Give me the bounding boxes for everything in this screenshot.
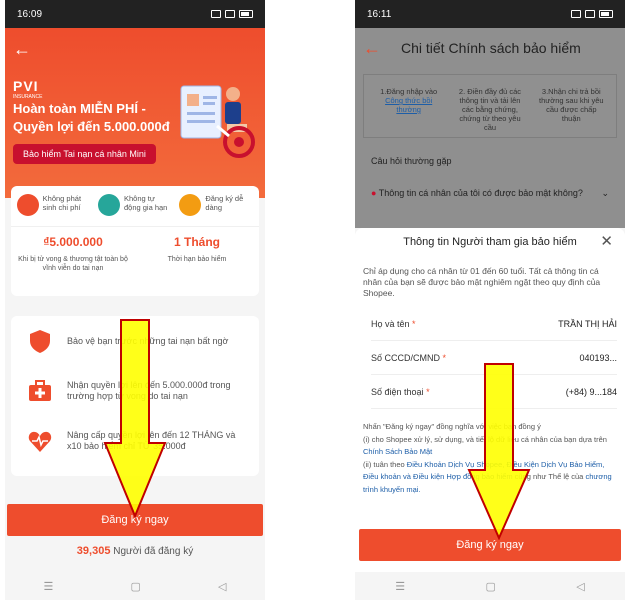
home-nav-icon[interactable]: ▢ [485, 580, 495, 593]
legal-line-3: (ii) tuân theo [363, 459, 407, 469]
faq-question-text: Thông tin cá nhân của tôi có được bảo mậ… [378, 188, 583, 198]
field-label: Họ và tên [371, 318, 410, 329]
benefit-label: Đăng ký dễ dàng [205, 194, 244, 212]
participant-info-sheet: Thông tin Người tham gia bảo hiểm ✕ Chỉ … [355, 228, 625, 576]
medical-kit-icon [29, 380, 51, 401]
benefit-label: Không tự động gia hạn [123, 194, 168, 212]
benefit-easy: Đăng ký dễ dàng [179, 194, 253, 216]
field-id-number[interactable]: Số CCCD/CMND * 040193... [371, 341, 617, 375]
feature-item: Bảo vệ bạn trước những tai nạn bất ngờ [11, 316, 259, 366]
page-title: Chi tiết Chính sách bảo hiểm [401, 40, 581, 56]
product-pill: Bảo hiểm Tai nạn cá nhân Mini [13, 144, 156, 164]
benefit-label: Không phát sinh chi phí [42, 194, 82, 212]
registered-number: 39,305 [76, 545, 111, 557]
field-value: (+84) 9...184 [565, 386, 617, 397]
claim-steps: 1.Đăng nhập vào Công thức bồi thường 2. … [363, 74, 617, 138]
stat-payout: ₫5.000.000 Khi bị tử vong & thương tật t… [11, 235, 135, 273]
hero-banner: ← PVI INSURANCE Hoàn toàn MIỄN PHÍ - Quy… [5, 28, 265, 198]
wifi-icon [211, 10, 221, 18]
step-text: 2. Điền đầy đủ các thông tin và tải lên … [458, 87, 522, 132]
features-card: Bảo vệ bạn trước những tai nạn bất ngờ N… [11, 316, 259, 476]
home-nav-icon[interactable]: ▢ [130, 580, 140, 593]
step-3: 3.Nhận chi trả bồi thường sau khi yêu cầ… [538, 87, 604, 125]
android-nav-bar: ☰ ▢ ◁ [5, 572, 265, 600]
back-arrow-icon[interactable]: ← [13, 40, 31, 58]
menu-nav-icon[interactable]: ☰ [395, 580, 405, 593]
field-label: Số CCCD/CMND [371, 352, 441, 363]
step-2: 2. Điền đầy đủ các thông tin và tải lên … [457, 87, 523, 132]
privacy-policy-link[interactable]: Chính Sách Bảo Mật [363, 447, 432, 456]
field-fullname[interactable]: Họ và tên * TRẦN THỊ HẢI [371, 307, 617, 341]
registered-label: Người đã đăng ký [113, 546, 194, 557]
status-bar: 16:09 [5, 0, 265, 28]
phone-screen-left: 16:09 ← PVI INSURANCE Hoàn toàn MIỄN PHÍ… [5, 0, 265, 600]
register-now-button[interactable]: Đăng ký ngay [359, 529, 621, 561]
shield-icon [30, 330, 50, 353]
step-1: 1.Đăng nhập vào Công thức bồi thường [376, 87, 442, 125]
stat-value: 1 Tháng [173, 235, 220, 249]
back-arrow-icon[interactable]: ← [363, 38, 381, 59]
wifi-icon [571, 10, 581, 18]
close-icon[interactable]: ✕ [600, 232, 613, 250]
feature-text: Bảo vệ bạn trước những tai nạn bất ngờ [67, 335, 229, 346]
no-renew-icon [97, 194, 120, 216]
step-text: 3.Nhận chi trả bồi thường sau khi yêu cầ… [539, 87, 604, 123]
header-bar: ← Chi tiết Chính sách bảo hiểm [355, 28, 625, 68]
claim-link[interactable]: Công thức bồi thường [385, 96, 432, 114]
register-now-button[interactable]: Đăng ký ngay [7, 504, 263, 536]
feature-item: Nhận quyền lợi lên đến 5.000.000đ trong … [11, 366, 259, 416]
phone-screen-right: 16:11 ← Chi tiết Chính sách bảo hiểm 1.Đ… [355, 0, 625, 600]
status-time: 16:09 [17, 8, 43, 20]
sheet-title: Thông tin Người tham gia bảo hiểm [403, 236, 577, 248]
field-value: 040193... [579, 352, 617, 363]
battery-icon [239, 10, 253, 18]
field-label: Số điện thoại [371, 386, 424, 397]
policy-detail-dimmed: 1.Đăng nhập vào Công thức bồi thường 2. … [355, 68, 625, 228]
battery-icon [599, 10, 613, 18]
step-text: 1.Đăng nhập vào [380, 87, 438, 96]
chevron-down-icon: ⌄ [601, 188, 609, 198]
benefits-card: Không phát sinh chi phí Không tự động gi… [11, 186, 259, 296]
legal-line-2: (i) cho Shopee xử lý, sử dụng, và tiết l… [363, 434, 607, 444]
brand-name: PVI [13, 78, 39, 94]
stat-label: Thời hạn bảo hiểm [167, 256, 227, 263]
field-value: TRẦN THỊ HẢI [558, 318, 617, 329]
required-mark: * [442, 352, 447, 363]
bullet-icon: ● [371, 188, 377, 198]
heart-pulse-icon [28, 431, 52, 452]
legal-line-1: Nhấn "Đăng ký ngay" đồng nghĩa với việc … [363, 422, 541, 431]
required-mark: * [426, 386, 430, 397]
stat-duration: 1 Tháng Thời hạn bảo hiểm [135, 235, 259, 273]
feature-text: Nhận quyền lợi lên đến 5.000.000đ trong … [67, 380, 231, 401]
legal-line-3-tail: cũng như Thể lệ của [512, 472, 586, 481]
field-phone[interactable]: Số điện thoại * (+84) 9...184 [371, 375, 617, 409]
required-mark: * [412, 318, 416, 329]
benefit-no-fee: Không phát sinh chi phí [16, 194, 91, 216]
no-fee-icon [16, 194, 39, 216]
legal-consent-text: Nhấn "Đăng ký ngay" đồng nghĩa với việc … [363, 421, 617, 496]
stat-value: ₫5.000.000 [43, 235, 103, 249]
wheelchair-illustration-icon [180, 85, 255, 158]
android-nav-bar: ☰ ▢ ◁ [355, 572, 625, 600]
feature-item: Nâng cấp quyền lợi lên đến 12 THÁNG và x… [11, 416, 259, 466]
back-nav-icon[interactable]: ◁ [218, 580, 226, 593]
stat-label: Khi bị tử vong & thương tật toàn bộ vĩnh… [18, 256, 128, 272]
registered-count: 39,305 Người đã đăng ký [5, 545, 265, 557]
status-time: 16:11 [367, 8, 392, 20]
hero-title: Hoàn toàn MIỄN PHÍ - Quyền lợi đến 5.000… [13, 101, 170, 134]
signal-icon [585, 10, 595, 18]
faq-label: Câu hỏi thường gặp [371, 156, 452, 166]
sheet-description: Chỉ áp dụng cho cá nhân từ 01 đến 60 tuổ… [363, 266, 601, 298]
easy-register-icon [179, 194, 202, 216]
pvi-logo: PVI INSURANCE [13, 78, 42, 100]
menu-nav-icon[interactable]: ☰ [44, 580, 54, 593]
status-bar: 16:11 [355, 0, 625, 28]
faq-question[interactable]: ● Thông tin cá nhân của tôi có được bảo … [371, 188, 609, 199]
back-nav-icon[interactable]: ◁ [576, 580, 584, 593]
benefit-no-renew: Không tự động gia hạn [97, 194, 172, 216]
feature-text: Nâng cấp quyền lợi lên đến 12 THÁNG và x… [67, 430, 236, 451]
signal-icon [225, 10, 235, 18]
